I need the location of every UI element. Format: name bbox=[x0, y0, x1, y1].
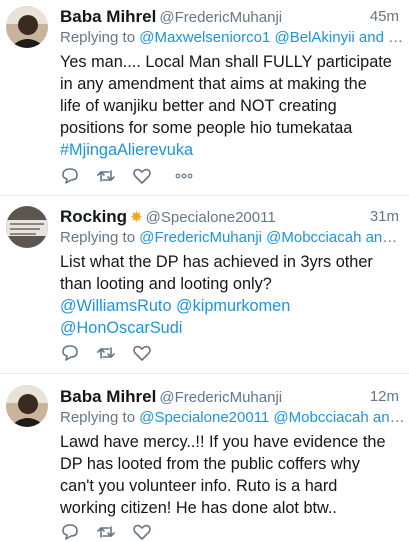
tweet-text: Yes man.... Local Man shall FULLY partic… bbox=[60, 51, 403, 161]
timestamp[interactable]: 31m bbox=[370, 207, 399, 227]
tweet-actions bbox=[60, 343, 168, 363]
text-line: Lawd have mercy..!! If you have evidence… bbox=[60, 433, 386, 451]
replying-label: Replying to bbox=[60, 229, 136, 246]
like-icon[interactable] bbox=[132, 522, 168, 542]
text-line: Yes man.... Local Man shall FULLY partic… bbox=[60, 53, 392, 71]
reply-icon[interactable] bbox=[60, 166, 96, 186]
reply-icon[interactable] bbox=[60, 522, 96, 542]
retweet-icon[interactable] bbox=[96, 522, 132, 542]
replying-to: Replying to @FredericMuhanji @Mobcciacah… bbox=[60, 228, 405, 248]
tweet-actions bbox=[60, 166, 210, 186]
tweet-text: List what the DP has achieved in 3yrs ot… bbox=[60, 251, 403, 339]
tweet[interactable]: Baba Mihrel @FredericMuhanji 12m Replying… bbox=[0, 376, 409, 540]
replying-to: Replying to @Maxwelseniorco1 @BelAkinyii… bbox=[60, 28, 405, 48]
text-line: can't you volunteer info. Ruto is a hard bbox=[60, 477, 338, 495]
tweet[interactable]: Baba Mihrel @FredericMuhanji 45m Replying… bbox=[0, 0, 409, 196]
display-name[interactable]: Baba Mihrel bbox=[60, 387, 156, 406]
text-line: life of wanjiku better and NOT creating bbox=[60, 97, 337, 115]
replying-to: Replying to @Specialone20011 @Mobcciacah… bbox=[60, 408, 405, 428]
timestamp[interactable]: 45m bbox=[370, 7, 399, 27]
mention-link[interactable]: @HonOscarSudi bbox=[60, 317, 403, 339]
avatar[interactable] bbox=[6, 385, 48, 427]
replying-label: Replying to bbox=[60, 409, 136, 426]
replying-handles-link[interactable]: @Maxwelseniorco1 @BelAkinyii and 2... bbox=[139, 29, 405, 46]
avatar[interactable] bbox=[6, 6, 48, 48]
text-line: List what the DP has achieved in 3yrs ot… bbox=[60, 253, 373, 271]
user-handle[interactable]: @FredericMuhanji bbox=[159, 389, 282, 406]
text-line: positions for some people hio tumekataa bbox=[60, 119, 353, 137]
hashtag-link[interactable]: #MjingaAlierevuka bbox=[60, 139, 403, 161]
reply-icon[interactable] bbox=[60, 343, 96, 363]
tweet-text: Lawd have mercy..!! If you have evidence… bbox=[60, 431, 403, 519]
display-name[interactable]: Rocking bbox=[60, 207, 127, 226]
replying-label: Replying to bbox=[60, 29, 136, 46]
more-icon[interactable] bbox=[174, 166, 210, 186]
retweet-icon[interactable] bbox=[96, 166, 132, 186]
user-handle[interactable]: @FredericMuhanji bbox=[159, 9, 282, 26]
replying-handles-link[interactable]: @FredericMuhanji @Mobcciacah and ... bbox=[139, 229, 405, 246]
timestamp[interactable]: 12m bbox=[370, 387, 399, 407]
user-handle[interactable]: @Specialone20011 bbox=[146, 209, 276, 226]
avatar[interactable] bbox=[6, 206, 48, 248]
text-line: working citizen! He has done alot btw.. bbox=[60, 499, 337, 517]
text-line: in any amendment that aims at making the bbox=[60, 75, 367, 93]
text-line: than looting and looting only? bbox=[60, 275, 272, 293]
star-badge-icon: ✸ bbox=[130, 209, 143, 226]
replying-handles-link[interactable]: @Specialone20011 @Mobcciacah and... bbox=[139, 409, 405, 426]
display-name[interactable]: Baba Mihrel bbox=[60, 7, 156, 26]
tweet[interactable]: Rocking ✸ @Specialone20011 31m Replying to… bbox=[0, 198, 409, 374]
like-icon[interactable] bbox=[132, 166, 168, 186]
mention-links[interactable]: @WilliamsRuto @kipmurkomen bbox=[60, 295, 403, 317]
retweet-icon[interactable] bbox=[96, 343, 132, 363]
tweet-actions bbox=[60, 522, 168, 542]
like-icon[interactable] bbox=[132, 343, 168, 363]
text-line: DP has looted from the public coffers wh… bbox=[60, 455, 360, 473]
